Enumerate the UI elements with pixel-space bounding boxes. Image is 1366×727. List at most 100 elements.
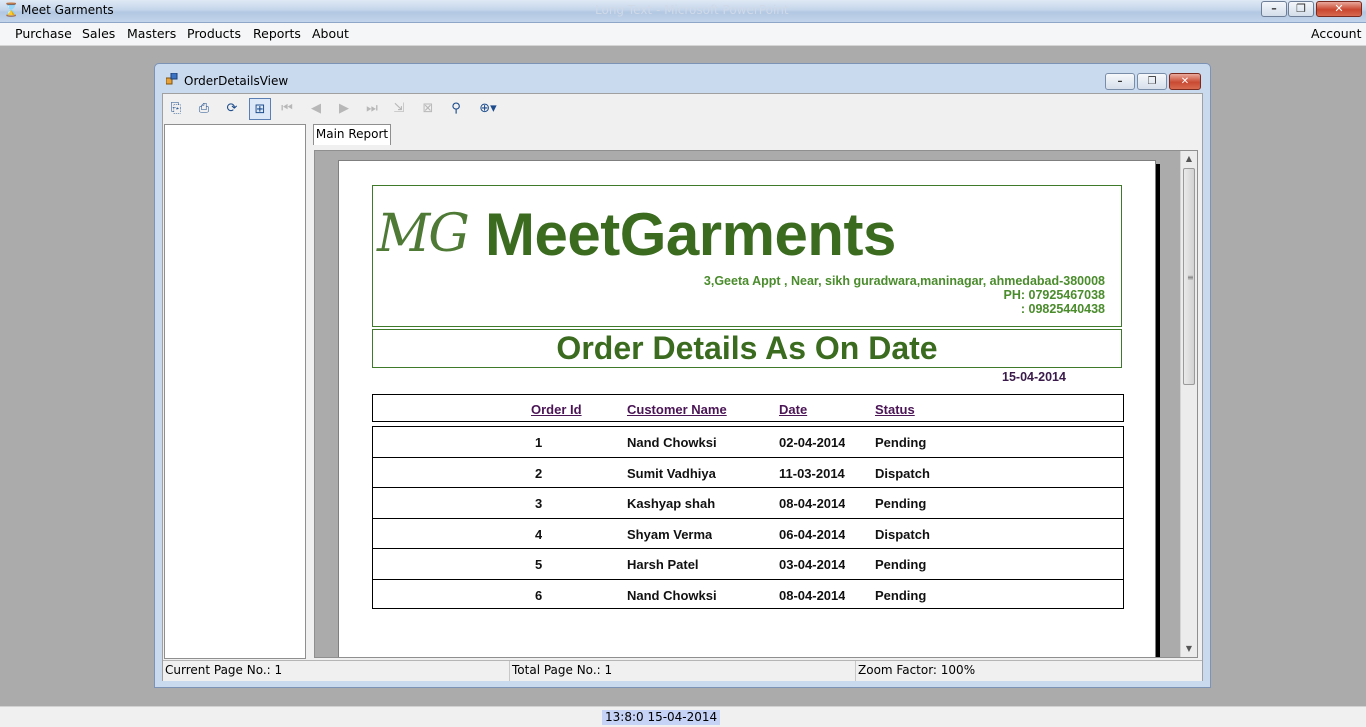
company-header: MG MeetGarments 3,Geeta Appt , Near, sik… <box>372 185 1122 327</box>
child-close-button[interactable]: ✕ <box>1169 73 1201 90</box>
column-status: Status <box>875 402 915 417</box>
table-row: 6 Nand Chowksi 08-04-2014 Pending <box>373 580 1123 608</box>
menu-reports[interactable]: Reports <box>253 26 301 41</box>
app-hourglass-icon: ⌛ <box>3 3 20 18</box>
toggle-group-tree-button[interactable]: ⊞ <box>249 98 271 120</box>
form-icon <box>166 73 178 85</box>
viewer-status-bar: Current Page No.: 1 Total Page No.: 1 Zo… <box>163 660 1202 681</box>
company-phone-2: : 09825440438 <box>1020 302 1105 316</box>
export-icon: ⎘ <box>170 101 182 116</box>
cell-date: 08-04-2014 <box>779 587 845 603</box>
table-row: 3 Kashyap shah 08-04-2014 Pending <box>373 488 1123 519</box>
menu-masters[interactable]: Masters <box>127 26 176 41</box>
table-row: 2 Sumit Vadhiya 11-03-2014 Dispatch <box>373 458 1123 488</box>
close-icon: ✕ <box>1180 76 1190 87</box>
cell-date: 02-04-2014 <box>779 435 845 450</box>
close-button[interactable]: ✕ <box>1316 1 1362 17</box>
menu-account[interactable]: Account <box>1311 26 1361 41</box>
export-button[interactable]: ⎘ <box>165 98 187 120</box>
company-phone-1: PH: 07925467038 <box>1003 288 1105 302</box>
report-date: 15-04-2014 <box>1002 370 1066 384</box>
cell-date: 08-04-2014 <box>779 496 845 511</box>
first-page-button[interactable]: ⏮ <box>276 98 298 120</box>
company-address: 3,Geeta Appt , Near, sikh guradwara,mani… <box>703 274 1105 288</box>
next-page-button[interactable]: ▶ <box>333 98 355 120</box>
refresh-icon: ⟳ <box>226 101 238 116</box>
clock-label: 13:8:0 15-04-2014 <box>602 710 721 725</box>
cell-status: Pending <box>875 435 927 450</box>
previous-page-button[interactable]: ◀ <box>305 98 327 120</box>
zoom-status: Zoom Factor: 100% <box>858 663 976 677</box>
table-row: 4 Shyam Verma 06-04-2014 Dispatch <box>373 519 1123 549</box>
minimize-button[interactable]: – <box>1261 1 1287 17</box>
goto-page-icon: ⇲ <box>393 101 405 116</box>
vertical-scrollbar[interactable]: ▲ ≡ ▼ <box>1180 151 1197 657</box>
cell-customer-name: Nand Chowksi <box>627 587 717 603</box>
stop-icon: ⊠ <box>422 101 434 116</box>
cell-order-id: 6 <box>535 587 543 603</box>
scroll-up-icon[interactable]: ▲ <box>1181 151 1197 167</box>
print-icon: ⎙ <box>198 101 210 116</box>
cell-status: Pending <box>875 587 927 603</box>
refresh-button[interactable]: ⟳ <box>221 98 243 120</box>
cell-date: 06-04-2014 <box>779 526 845 542</box>
last-page-button[interactable]: ⏭ <box>361 98 383 120</box>
first-page-icon: ⏮ <box>281 101 293 116</box>
scroll-down-icon[interactable]: ▼ <box>1181 641 1197 657</box>
grip-icon: ≡ <box>1187 273 1194 282</box>
cell-customer-name: Kashyap shah <box>627 496 716 511</box>
search-button[interactable]: ⚲ <box>445 98 467 120</box>
report-title: Order Details As On Date <box>556 330 938 366</box>
menu-bar: Purchase Sales Masters Products Reports … <box>0 23 1366 46</box>
menu-purchase[interactable]: Purchase <box>15 26 72 41</box>
cell-order-id: 1 <box>535 435 543 450</box>
cell-status: Pending <box>875 496 927 511</box>
next-page-icon: ▶ <box>339 101 349 116</box>
child-minimize-button[interactable]: – <box>1105 73 1135 90</box>
app-title: Meet Garments <box>21 3 114 17</box>
total-page-status: Total Page No.: 1 <box>510 661 856 681</box>
cell-customer-name: Sumit Vadhiya <box>627 465 716 481</box>
app-status-bar: 13:8:0 15-04-2014 <box>0 706 1366 727</box>
menu-sales[interactable]: Sales <box>82 26 115 41</box>
cell-customer-name: Shyam Verma <box>627 526 713 542</box>
goto-page-button[interactable]: ⇲ <box>388 98 410 120</box>
zoom-icon: ⊕▾ <box>479 101 497 116</box>
restore-icon: ❐ <box>1147 76 1157 87</box>
minimize-icon: – <box>1117 76 1123 87</box>
menu-about[interactable]: About <box>312 26 349 41</box>
menu-products[interactable]: Products <box>187 26 241 41</box>
group-tree-panel[interactable] <box>164 124 306 659</box>
viewer-toolbar: ⎘ ⎙ ⟳ ⊞ ⏮ ◀ ▶ ⏭ ⇲ ⊠ ⚲ ⊕▾ <box>163 94 1202 123</box>
current-page-status: Current Page No.: 1 <box>163 661 510 681</box>
cell-order-id: 4 <box>535 526 543 542</box>
scrollbar-thumb[interactable]: ≡ <box>1183 168 1195 385</box>
tab-main-report[interactable]: Main Report <box>313 124 391 145</box>
cell-status: Pending <box>875 557 927 572</box>
cell-order-id: 5 <box>535 557 543 572</box>
app-title-bar: ⌛ Meet Garments Long Text - Microsoft Po… <box>0 0 1366 23</box>
last-page-icon: ⏭ <box>366 101 378 116</box>
cell-date: 11-03-2014 <box>779 465 845 481</box>
child-title-bar: OrderDetailsView – ❐ ✕ <box>155 64 1210 92</box>
close-icon: ✕ <box>1334 2 1344 15</box>
cell-status: Dispatch <box>875 465 930 481</box>
restore-button[interactable]: ❐ <box>1288 1 1314 17</box>
order-details-window: OrderDetailsView – ❐ ✕ ⎘ ⎙ ⟳ ⊞ ⏮ ◀ ▶ ⏭ ⇲… <box>154 63 1211 688</box>
cell-customer-name: Nand Chowksi <box>627 435 717 450</box>
column-order-id: Order Id <box>531 402 582 417</box>
order-table: 1 Nand Chowksi 02-04-2014 Pending 2 Sumi… <box>372 426 1124 609</box>
cell-customer-name: Harsh Patel <box>627 557 699 572</box>
column-date: Date <box>779 402 808 417</box>
zoom-dropdown-button[interactable]: ⊕▾ <box>473 98 503 120</box>
company-name: MeetGarments <box>485 201 896 268</box>
cell-order-id: 2 <box>535 465 543 481</box>
minimize-icon: – <box>1271 2 1277 15</box>
cell-order-id: 3 <box>535 496 543 511</box>
stop-button[interactable]: ⊠ <box>417 98 439 120</box>
company-logo: MG <box>377 204 470 264</box>
table-row: 1 Nand Chowksi 02-04-2014 Pending <box>373 427 1123 458</box>
previous-page-icon: ◀ <box>311 101 321 116</box>
print-button[interactable]: ⎙ <box>193 98 215 120</box>
child-restore-button[interactable]: ❐ <box>1137 73 1167 90</box>
